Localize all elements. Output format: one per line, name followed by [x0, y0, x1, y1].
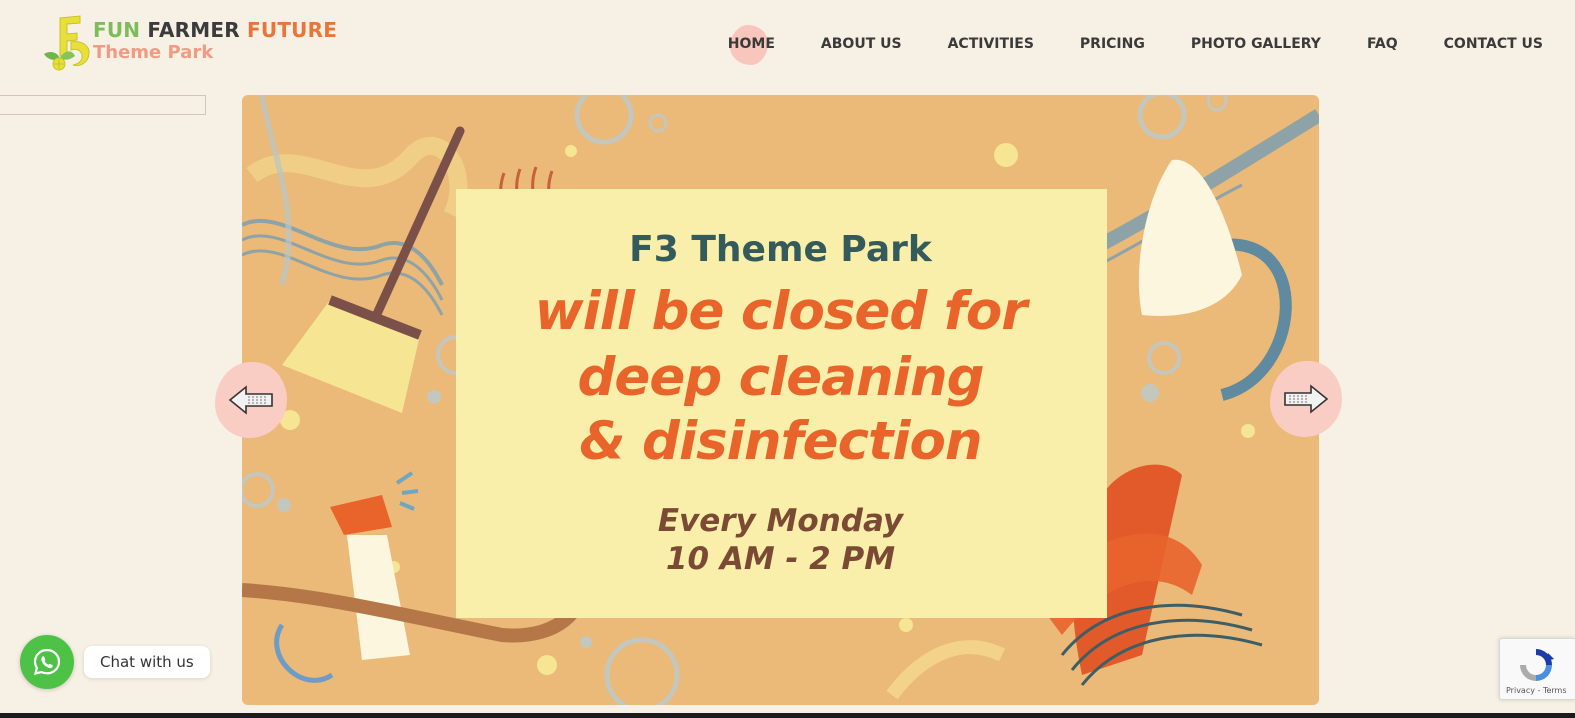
whatsapp-icon [33, 648, 61, 676]
logo-word-farmer: FARMER [147, 18, 240, 42]
hero-slider: F3 Theme Park will be closed for deep cl… [242, 95, 1319, 705]
nav-contact-us[interactable]: CONTACT US [1444, 36, 1543, 52]
whatsapp-chat-button[interactable] [20, 635, 74, 689]
recaptcha-badge[interactable]: Privacy - Terms [1499, 638, 1575, 700]
recaptcha-icon [1520, 649, 1554, 681]
slide-schedule-day: Every Monday [657, 503, 904, 539]
slider-prev-button[interactable] [215, 362, 287, 438]
nav-faq[interactable]: FAQ [1367, 36, 1398, 52]
slide-schedule-time: 10 AM - 2 PM [665, 541, 896, 577]
nav-home-label: HOME [727, 36, 775, 52]
arrow-right-icon [1284, 384, 1329, 414]
logo-word-future: FUTURE [247, 18, 338, 42]
slide-headline-line2: deep cleaning [577, 347, 984, 408]
nav-pricing[interactable]: PRICING [1080, 36, 1145, 52]
nav-activities[interactable]: ACTIVITIES [948, 36, 1034, 52]
arrow-left-icon [228, 385, 273, 415]
nav-home[interactable]: HOME [727, 25, 775, 65]
logo-subtitle: Theme Park [93, 42, 214, 63]
nav-photo-gallery[interactable]: PHOTO GALLERY [1191, 36, 1321, 52]
logo-title: FUN FARMER FUTURE [93, 18, 337, 42]
site-logo[interactable]: FUN FARMER FUTURE Theme Park [40, 14, 337, 74]
chat-with-us-label[interactable]: Chat with us [84, 646, 210, 678]
slide-park-name: F3 Theme Park [629, 229, 932, 270]
f3-logo-icon [44, 15, 90, 71]
sidebar-search-input[interactable] [0, 95, 206, 115]
logo-word-fun: FUN [93, 18, 141, 42]
nav-about-us[interactable]: ABOUT US [821, 36, 902, 52]
slider-next-button[interactable] [1270, 361, 1342, 437]
slide-headline-line1: will be closed for [534, 281, 1028, 342]
slide-headline-line3: & disinfection [579, 411, 982, 472]
main-nav: HOME ABOUT US ACTIVITIES PRICING PHOTO G… [727, 25, 1543, 65]
bottom-edge-bar [0, 713, 1575, 718]
recaptcha-privacy-terms[interactable]: Privacy - Terms [1506, 686, 1567, 695]
